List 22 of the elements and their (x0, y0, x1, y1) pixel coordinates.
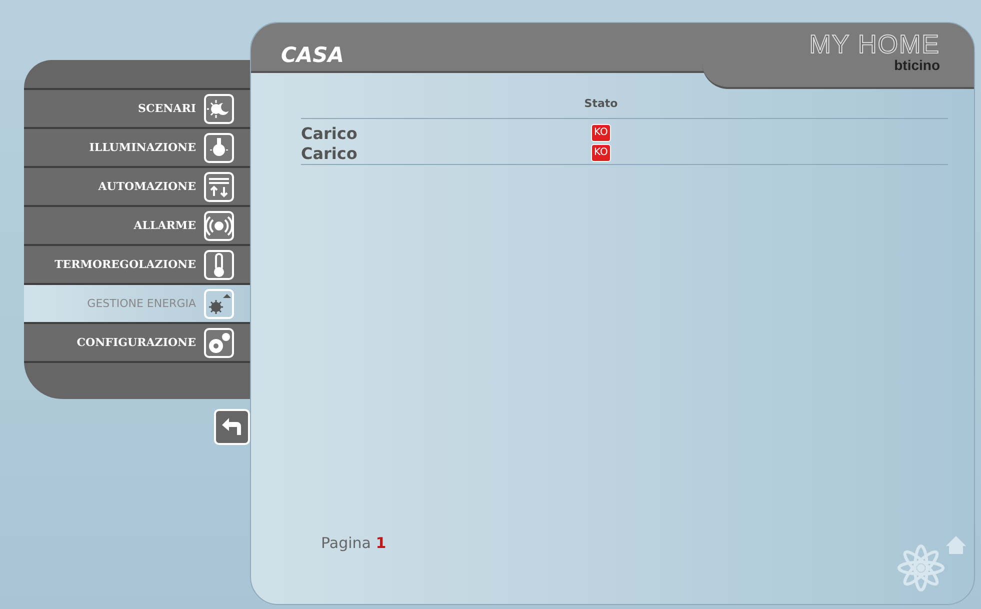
menu-item[interactable]: ILLUMINAZIONE (24, 127, 250, 166)
menu-item[interactable]: TERMOREGOLAZIONE (24, 244, 250, 283)
menu-item[interactable]: AUTOMAZIONE (24, 166, 250, 205)
energy-gear-icon (204, 288, 234, 318)
menu-item[interactable]: CONFIGURAZIONE (24, 322, 250, 361)
light-bulb-icon (204, 132, 234, 162)
column-header: Stato (583, 97, 619, 110)
load-label: Carico (301, 144, 358, 162)
menu-item[interactable]: ALLARME (24, 205, 250, 244)
sun-moon-icon (204, 94, 234, 124)
page-title: CASA (280, 42, 344, 69)
pagination: Pagina 1 (321, 533, 386, 552)
shutter-arrows-icon (204, 172, 234, 202)
load-label: Carico (301, 124, 358, 142)
status-badge: KO (591, 124, 611, 142)
alarm-waves-icon (204, 210, 234, 240)
thermometer-icon (204, 250, 234, 280)
brand-name: bticino (894, 57, 940, 73)
status-badge: KO (591, 144, 611, 162)
menu-item[interactable]: SCENARI (24, 88, 250, 127)
back-arrow-button[interactable] (214, 409, 250, 445)
gears-icon (204, 328, 234, 358)
